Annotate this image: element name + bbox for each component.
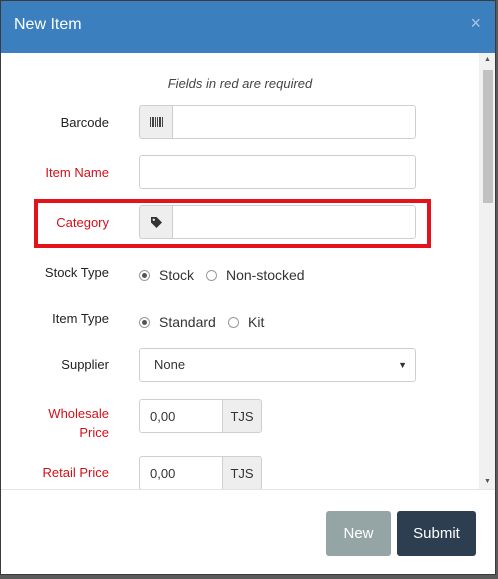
wholesale-price-input[interactable] (139, 399, 223, 433)
stock-radio[interactable]: Stock (139, 267, 194, 283)
supplier-row: Supplier None ▼ (1, 348, 479, 395)
close-icon[interactable]: × (470, 14, 481, 32)
body-scrollbar[interactable]: ▲ ▼ (479, 53, 495, 489)
item-name-input[interactable] (139, 155, 416, 189)
standard-radio[interactable]: Standard (139, 314, 216, 330)
wholesale-price-row: Wholesale Price TJS (1, 399, 479, 454)
retail-price-label: Retail Price (42, 465, 109, 480)
non-stocked-radio[interactable]: Non-stocked (206, 267, 305, 283)
stock-type-label: Stock Type (44, 265, 109, 280)
barcode-row: Barcode (1, 105, 479, 153)
radio-selected-icon (139, 269, 150, 281)
non-stocked-radio-label: Non-stocked (226, 267, 305, 283)
item-type-row: Item Type Standard Kit (1, 309, 479, 349)
item-type-label: Item Type (52, 311, 109, 326)
modal-title: New Item (14, 16, 82, 33)
barcode-icon (139, 105, 173, 139)
wholesale-price-label-line2: Price (79, 425, 109, 440)
barcode-label: Barcode (60, 115, 109, 130)
supplier-selected-value: None (154, 357, 186, 372)
scroll-down-icon[interactable]: ▼ (479, 475, 495, 489)
radio-unselected-icon (206, 269, 217, 281)
caret-down-icon: ▼ (398, 360, 407, 370)
wholesale-currency: TJS (222, 399, 262, 433)
kit-radio-label: Kit (248, 314, 265, 330)
modal-header: New Item × (1, 1, 495, 53)
item-name-label: Item Name (45, 165, 109, 180)
stock-type-row: Stock Type Stock Non-stocked (1, 263, 479, 303)
retail-price-row: Retail Price TJS (1, 456, 479, 489)
supplier-select[interactable]: None ▼ (139, 348, 416, 382)
stock-radio-label: Stock (159, 267, 195, 283)
wholesale-price-label-line1: Wholesale (48, 406, 109, 421)
new-button[interactable]: New (326, 511, 391, 556)
wholesale-price-label: Wholesale Price (48, 404, 109, 442)
retail-currency: TJS (222, 456, 262, 489)
submit-button[interactable]: Submit (397, 511, 476, 556)
standard-radio-label: Standard (159, 314, 216, 330)
barcode-input[interactable] (172, 105, 416, 139)
kit-radio[interactable]: Kit (228, 314, 264, 330)
item-name-row: Item Name (1, 155, 479, 203)
scroll-thumb[interactable] (483, 70, 493, 203)
retail-price-input[interactable] (139, 456, 223, 489)
new-item-modal: New Item × Fields in red are required Ba… (0, 0, 496, 575)
required-fields-note: Fields in red are required (167, 76, 313, 91)
category-highlight-box (34, 199, 431, 248)
supplier-label: Supplier (61, 357, 109, 372)
scroll-up-icon[interactable]: ▲ (479, 53, 495, 67)
modal-body: Fields in red are required Barcode Item … (1, 53, 479, 489)
modal-footer: New Submit (1, 489, 495, 574)
radio-unselected-icon (228, 316, 239, 328)
radio-selected-icon (139, 316, 150, 328)
